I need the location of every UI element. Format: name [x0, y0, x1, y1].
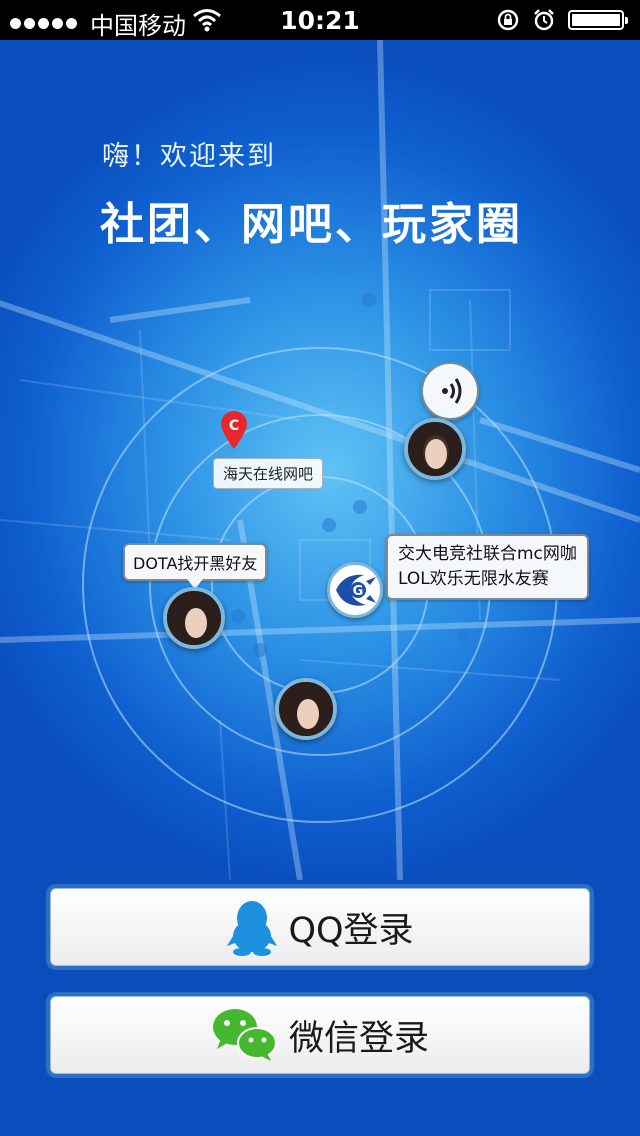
wechat-icon: [212, 1009, 277, 1061]
svg-text:G: G: [353, 584, 364, 599]
status-bar: 中国移动 10:21: [0, 0, 640, 40]
bubble-line: 交大电竞社联合mc网咖: [398, 544, 577, 564]
bubble-line: LOL欢乐无限水友赛: [398, 569, 549, 589]
location-label[interactable]: 海天在线网吧: [213, 458, 324, 489]
rotation-lock-icon: [497, 9, 519, 31]
qq-login-button[interactable]: QQ登录: [46, 884, 594, 970]
club-logo[interactable]: G: [327, 562, 383, 618]
qq-penguin-icon: [227, 901, 278, 956]
user-avatar[interactable]: [275, 678, 337, 740]
svg-text:C: C: [229, 418, 239, 434]
wifi-signal-icon: [442, 378, 462, 404]
message-bubble-right[interactable]: 交大电竞社联合mc网咖 LOL欢乐无限水友赛: [386, 534, 589, 600]
avatar-photo: [279, 682, 333, 736]
user-avatar[interactable]: [163, 587, 225, 649]
wechat-login-label: 微信登录: [288, 1018, 429, 1059]
location-pin-icon[interactable]: C: [219, 410, 249, 450]
avatar-photo: [408, 422, 462, 476]
login-screen: 中国移动 10:21 嗨！欢迎来到 社团、网吧、玩家圈 C 海天在线网吧 DOT…: [0, 0, 640, 1136]
welcome-headline: 社团、网吧、玩家圈: [100, 199, 523, 250]
avatar-photo: [167, 591, 221, 645]
battery-icon: [568, 10, 628, 30]
qq-login-button-face[interactable]: QQ登录: [50, 888, 590, 966]
alarm-icon: [534, 9, 554, 31]
wechat-login-button[interactable]: 微信登录: [46, 992, 594, 1078]
message-bubble-left[interactable]: DOTA找开黑好友: [123, 543, 268, 589]
g-logo-icon: G: [336, 574, 376, 606]
welcome-greeting: 嗨！欢迎来到: [102, 141, 276, 172]
signal-bubble[interactable]: [421, 362, 479, 420]
qq-login-label: QQ登录: [288, 910, 414, 951]
user-avatar[interactable]: [404, 418, 466, 480]
wechat-login-button-face[interactable]: 微信登录: [50, 996, 590, 1074]
